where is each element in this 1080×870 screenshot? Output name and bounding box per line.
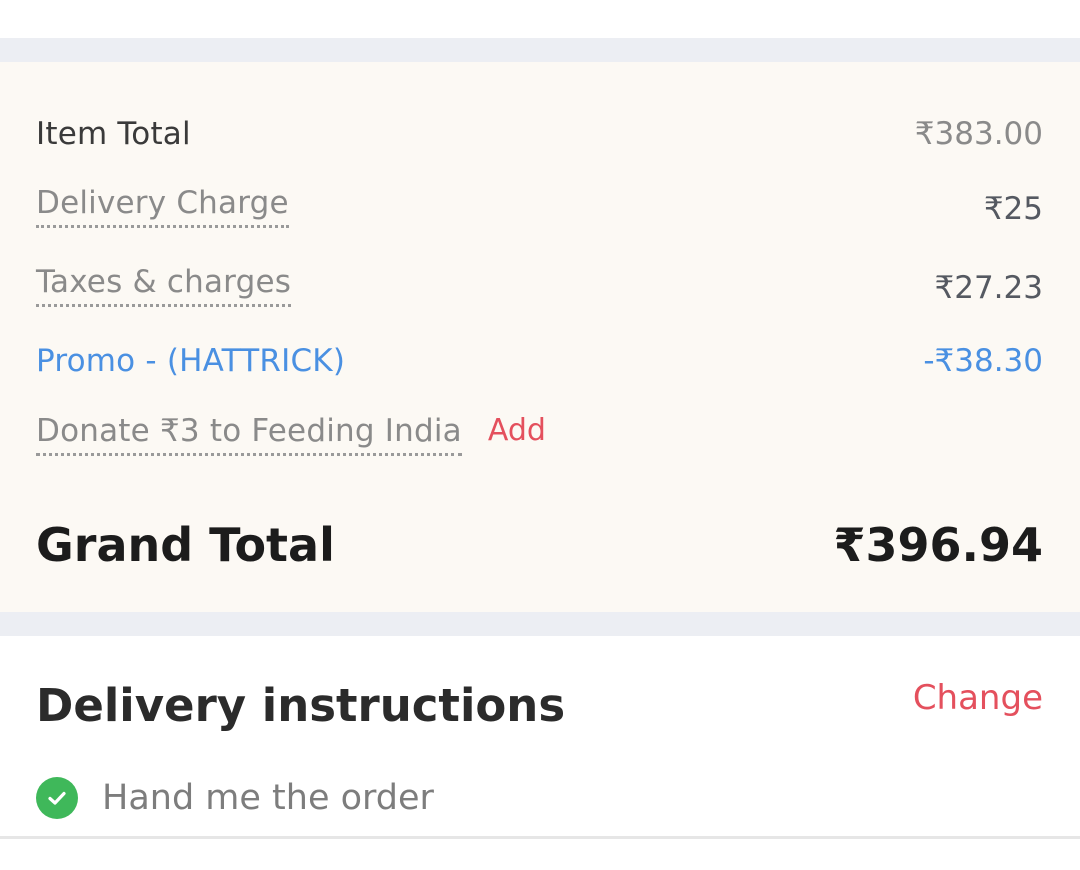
delivery-charge-label[interactable]: Delivery Charge	[36, 183, 289, 228]
donate-add-button[interactable]: Add	[488, 411, 546, 451]
check-circle-icon	[36, 777, 78, 819]
taxes-row: Taxes & charges ₹27.23	[36, 262, 1043, 308]
grand-total-label: Grand Total	[36, 518, 335, 572]
taxes-value: ₹27.23	[934, 270, 1043, 306]
item-total-value: ₹383.00	[914, 116, 1043, 152]
item-total-label: Item Total	[36, 116, 191, 152]
checkmark-icon	[48, 791, 66, 805]
taxes-label[interactable]: Taxes & charges	[36, 262, 292, 307]
section-divider	[0, 612, 1080, 636]
bottom-divider	[0, 836, 1080, 839]
donate-group: Donate ₹3 to Feeding India Add	[36, 411, 546, 456]
item-total-row: Item Total ₹383.00	[36, 114, 1043, 154]
donate-row: Donate ₹3 to Feeding India Add	[36, 411, 1043, 456]
delivery-instructions-title: Delivery instructions	[36, 679, 566, 732]
cart-page: Item Total ₹383.00 Delivery Charge ₹25 T…	[0, 0, 1080, 870]
bill-details: Item Total ₹383.00 Delivery Charge ₹25 T…	[0, 62, 1080, 612]
change-instructions-button[interactable]: Change	[913, 676, 1043, 720]
delivery-charge-value: ₹25	[983, 191, 1043, 227]
delivery-charge-row: Delivery Charge ₹25	[36, 183, 1043, 229]
section-divider	[0, 38, 1080, 62]
promo-value: -₹38.30	[923, 343, 1043, 379]
donate-label[interactable]: Donate ₹3 to Feeding India	[36, 411, 462, 456]
instruction-item: Hand me the order	[36, 776, 434, 820]
promo-row: Promo - (HATTRICK) -₹38.30	[36, 341, 1043, 381]
top-section	[0, 0, 1080, 38]
delivery-instructions-section: Delivery instructions Change Hand me the…	[0, 636, 1080, 836]
promo-label: Promo - (HATTRICK)	[36, 343, 346, 379]
grand-total-value: ₹396.94	[833, 518, 1043, 572]
instruction-label: Hand me the order	[102, 778, 434, 818]
grand-total-row: Grand Total ₹396.94	[36, 517, 1043, 573]
